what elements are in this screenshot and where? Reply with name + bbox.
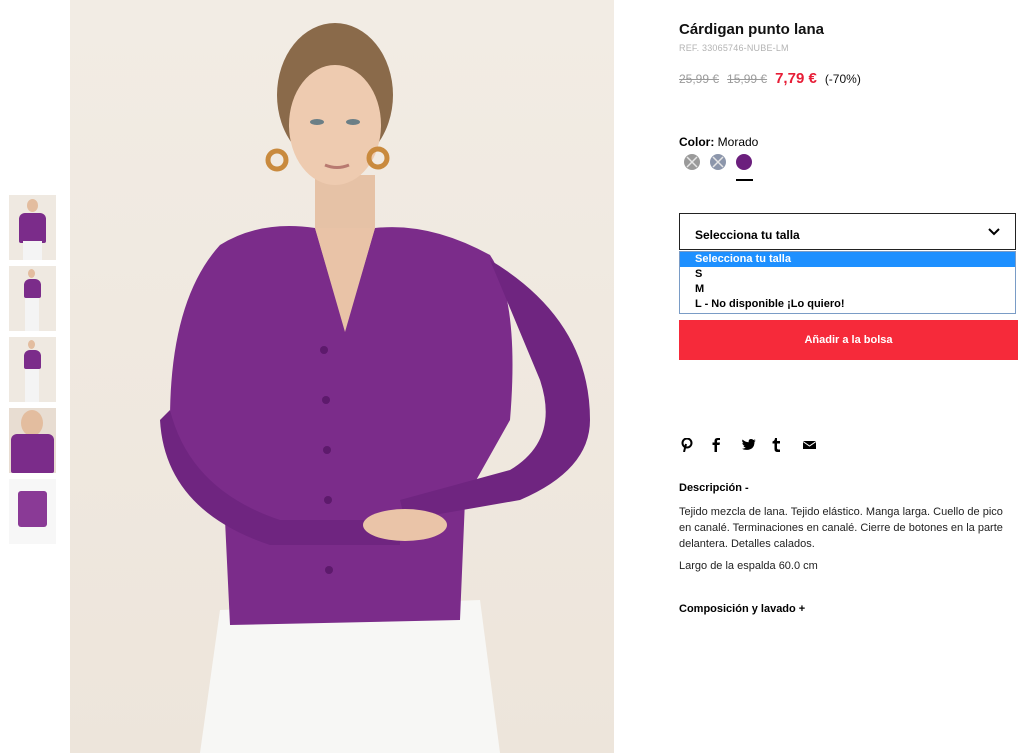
swatch-blue-grey[interactable] [710, 154, 726, 170]
thumbnail-flat-garment[interactable] [9, 479, 56, 544]
thumbnail-cardigan [18, 491, 47, 527]
email-icon[interactable] [802, 436, 829, 452]
thumbnail-cardigan [24, 350, 41, 369]
product-reference: REF. 33065746-NUBE-LM [679, 43, 789, 53]
thumbnail-full-body-alt[interactable] [9, 337, 56, 402]
composition-heading[interactable]: Composición y lavado + [679, 603, 805, 615]
color-swatches [684, 154, 764, 184]
unavailable-cross-icon [712, 156, 724, 168]
thumbnail-model-head [28, 340, 35, 349]
thumbnail-full-body[interactable] [9, 266, 56, 331]
twitter-icon[interactable] [741, 436, 768, 452]
size-option-s[interactable]: S [680, 267, 1015, 282]
add-to-bag-button[interactable]: Añadir a la bolsa [679, 320, 1018, 360]
size-option-placeholder[interactable]: Selecciona tu talla [680, 252, 1015, 267]
current-price: 7,79 € [775, 70, 817, 87]
tumblr-icon[interactable] [772, 436, 798, 452]
swatch-grey[interactable] [684, 154, 700, 170]
thumbnail-model-head [28, 269, 35, 278]
description-heading[interactable]: Descripción - [679, 482, 749, 494]
thumbnail-trousers [25, 369, 39, 402]
color-value: Morado [717, 135, 759, 149]
model-photo [160, 23, 590, 753]
back-length: Largo de la espalda 60.0 cm [679, 560, 818, 572]
chevron-down-icon [988, 228, 1000, 236]
thumbnail-cardigan [11, 434, 54, 473]
pinterest-icon[interactable] [681, 436, 707, 452]
thumbnail-list [9, 195, 56, 550]
selected-swatch-indicator [736, 179, 753, 181]
share-icons [681, 435, 829, 452]
size-select-value: Selecciona tu talla [695, 228, 800, 242]
thumbnail-model-head [21, 410, 43, 436]
color-label-title: Color: [679, 135, 715, 149]
size-option-l[interactable]: L - No disponible ¡Lo quiero! [680, 297, 1015, 312]
thumbnail-front[interactable] [9, 195, 56, 260]
thumbnail-cardigan [19, 213, 46, 243]
facebook-icon[interactable] [711, 436, 737, 452]
thumbnail-cardigan [24, 279, 41, 298]
thumbnail-trousers [25, 298, 39, 331]
unavailable-cross-icon [686, 156, 698, 168]
color-label: Color: Morado [679, 135, 758, 149]
product-main-image[interactable] [70, 0, 614, 753]
thumbnail-closeup[interactable] [9, 408, 56, 473]
size-select[interactable]: Selecciona tu talla [679, 213, 1016, 250]
discount-badge: (-70%) [824, 72, 861, 86]
thumbnail-trousers [23, 241, 42, 260]
previous-price: 15,99 € [727, 72, 768, 86]
size-option-m[interactable]: M [680, 282, 1015, 297]
description-text: Tejido mezcla de lana. Tejido elástico. … [679, 506, 1003, 550]
product-title: Cárdigan punto lana [679, 21, 825, 38]
price-block: 25,99 € 15,99 € 7,79 € (-70%) [679, 70, 861, 87]
swatch-purple[interactable] [736, 154, 752, 170]
original-price: 25,99 € [679, 72, 720, 86]
thumbnail-model-head [27, 199, 38, 212]
size-dropdown-list: Selecciona tu talla S M L - No disponibl… [679, 251, 1016, 314]
